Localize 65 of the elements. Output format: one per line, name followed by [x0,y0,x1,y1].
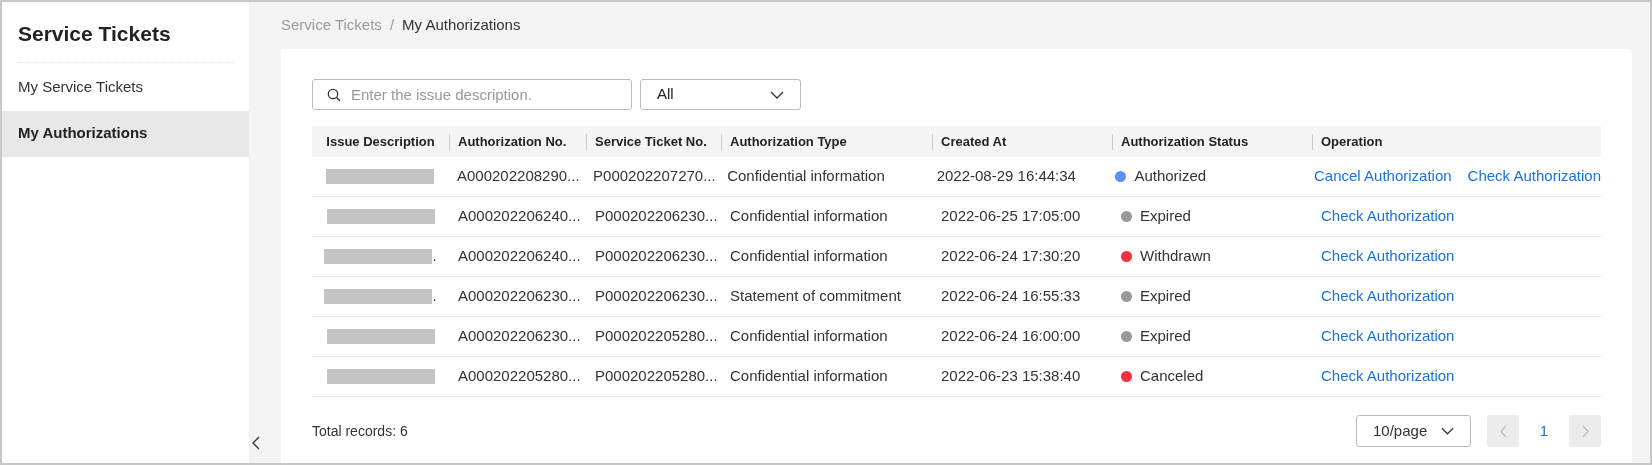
status-text: Canceled [1140,366,1204,387]
table-cell-text: . [432,246,437,267]
status-text: Withdrawn [1140,246,1211,267]
table-cell: A000202206230... [458,287,581,305]
table-cell: Confidential information [730,327,888,345]
table-cell: 2022-06-23 15:38:40 [941,367,1081,385]
table-cell: A000202206230... [458,327,581,345]
table-cell: P000202206230... [595,287,718,305]
chevron-down-icon [770,90,784,99]
chevron-down-icon [1441,427,1454,435]
table-cell: 2022-06-25 17:05:00 [941,207,1081,225]
column-header: Created At [941,132,1007,151]
sidebar-item[interactable]: My Authorizations [2,110,249,157]
status-text: Expired [1140,286,1191,307]
column-header: Authorization Status [1121,132,1249,151]
chevron-left-icon [1499,424,1507,438]
table-cell: Confidential information [730,367,888,385]
column-header: Operation [1321,132,1383,151]
table-cell: A000202206240... [458,207,581,225]
chevron-right-icon [1581,424,1589,438]
status-text: Expired [1140,206,1191,227]
table-cell: Confidential information [730,247,888,265]
table-cell: P000202205280... [595,327,718,345]
table-cell: 2022-08-29 16:44:34 [936,167,1076,185]
column-header: Authorization Type [730,132,847,151]
table-cell: 2022-06-24 16:55:33 [941,287,1081,305]
table-cell: A000202206240... [458,247,581,265]
previous-page-button[interactable] [1487,415,1519,447]
sidebar-item[interactable]: My Service Tickets [2,64,249,111]
operation-link[interactable]: Check Authorization [1321,205,1455,228]
operation-link[interactable]: Check Authorization [1321,285,1455,308]
operation-link[interactable]: Check Authorization [1321,245,1455,268]
status-text: Expired [1140,326,1191,347]
search-icon [327,88,341,102]
operation-link[interactable]: Check Authorization [1467,165,1601,188]
table-cell: A000202205280... [458,367,581,385]
table-cell: P000202206230... [595,207,718,225]
page-size-select[interactable]: 10/page [1356,415,1471,447]
table-cell: 2022-06-24 17:30:20 [941,247,1081,265]
table-cell: 2022-06-24 16:00:00 [941,327,1081,345]
breadcrumb-item[interactable]: Service Tickets [281,14,382,37]
table-cell: A000202208290... [457,167,580,185]
table-cell: P000202205280... [595,367,718,385]
table-cell: P000202207270... [593,167,716,185]
search-field[interactable]: Enter the issue description. [312,79,632,110]
page-button[interactable]: 1 [1519,415,1569,447]
column-header: Service Ticket No. [595,132,707,151]
filter-dropdown[interactable]: All [640,79,801,110]
breadcrumb-item: My Authorizations [402,15,521,36]
operation-link[interactable]: Check Authorization [1321,325,1455,348]
column-header: Authorization No. [458,132,567,151]
next-page-button[interactable] [1569,415,1601,447]
chevron-left-icon [252,436,260,450]
status-text: Authorized [1134,166,1207,187]
operation-link[interactable]: Cancel Authorization [1314,165,1452,188]
total-records: Total records: 6 [312,421,408,441]
table-cell: Confidential information [727,167,885,185]
breadcrumb-separator: / [389,15,395,36]
sidebar-title: Service Tickets [18,2,233,63]
table-cell-text: . [432,286,437,307]
table-cell: Statement of commitment [730,287,901,305]
operation-link[interactable]: Check Authorization [1321,365,1455,388]
table-cell: Confidential information [730,207,888,225]
column-header: Issue Description [326,132,435,151]
table-cell: P000202206230... [595,247,718,265]
